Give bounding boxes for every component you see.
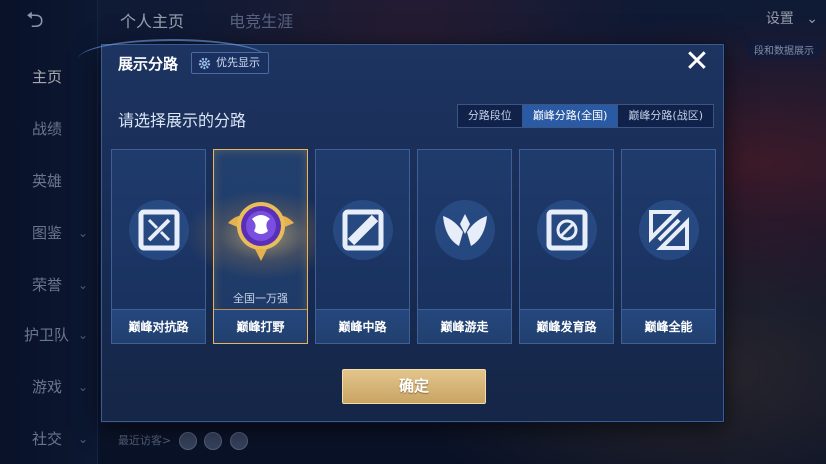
tab-peak-lane-region[interactable]: 巅峰分路(战区)	[618, 105, 713, 127]
lane-card-roam[interactable]: 巅峰游走	[417, 149, 512, 344]
clash-lane-icon	[128, 200, 189, 260]
roam-icon	[434, 200, 495, 260]
lane-type-segmented-control: 分路段位 巅峰分路(全国) 巅峰分路(战区)	[456, 104, 714, 128]
priority-display-button[interactable]: 优先显示	[191, 52, 269, 74]
priority-display-label: 优先显示	[216, 56, 260, 69]
dialog-title: 展示分路	[118, 55, 179, 73]
close-icon[interactable]: ✕	[683, 47, 711, 77]
lane-card-label: 巅峰打野	[214, 309, 307, 343]
tab-peak-lane-national[interactable]: 巅峰分路(全国)	[522, 105, 619, 127]
all-round-icon	[638, 200, 699, 260]
lane-card-label: 巅峰中路	[316, 309, 409, 343]
rank-text: 全国一万强	[233, 292, 288, 305]
gear-icon	[198, 57, 211, 69]
lane-card-all-round[interactable]: 巅峰全能	[621, 149, 716, 344]
confirm-button[interactable]: 确定	[342, 369, 486, 404]
lane-card-label: 巅峰全能	[622, 309, 715, 343]
lane-card-clash[interactable]: 巅峰对抗路	[111, 149, 206, 344]
farm-lane-icon	[536, 200, 597, 260]
dialog-subtitle: 请选择展示的分路	[118, 111, 247, 130]
lane-card-label: 巅峰对抗路	[112, 309, 205, 343]
lane-card-mid[interactable]: 巅峰中路	[315, 149, 410, 344]
dialog-header: 展示分路 优先显示 ✕	[78, 39, 723, 81]
lane-card-jungle[interactable]: 全国一万强 巅峰打野	[184, 149, 344, 344]
lane-card-list: 巅峰对抗路 全国一万强 巅峰打野 巅峰中路 巅峰游走 巅峰发育路 巅峰全能	[111, 149, 717, 344]
lane-card-label: 巅峰游走	[418, 309, 511, 343]
lane-display-dialog: 展示分路 优先显示 ✕ 请选择展示的分路 分路段位 巅峰分路(全国) 巅峰分路(…	[78, 39, 724, 422]
jungle-emblem-icon	[227, 202, 294, 261]
lane-card-farm[interactable]: 巅峰发育路	[519, 149, 614, 344]
mid-lane-icon	[332, 200, 393, 260]
tab-lane-rank[interactable]: 分路段位	[458, 105, 523, 127]
lane-card-label: 巅峰发育路	[520, 309, 613, 343]
